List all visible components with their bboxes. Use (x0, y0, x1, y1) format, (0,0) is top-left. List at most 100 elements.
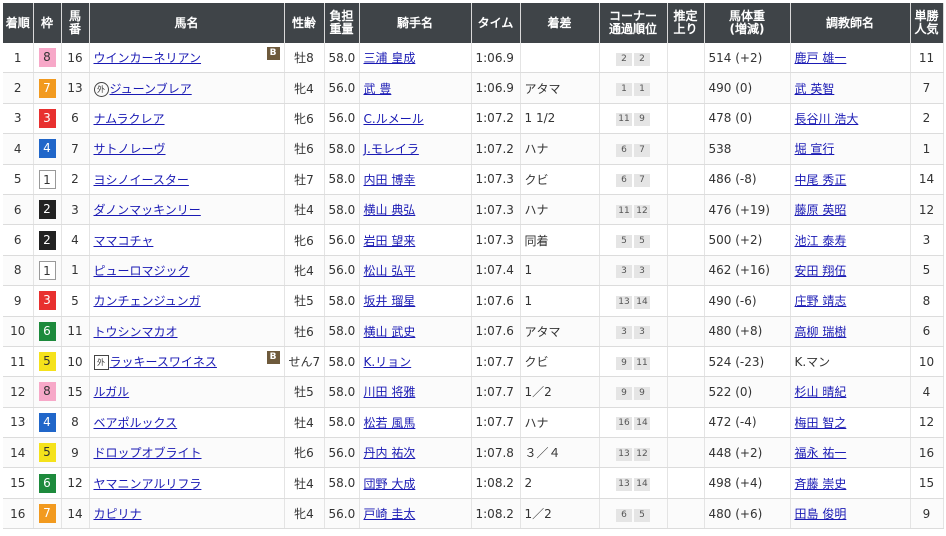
trainer-cell: 武 英智 (790, 72, 911, 104)
body-weight-cell: 490 (0) (704, 72, 791, 104)
trainer-name-link[interactable]: 池江 泰寿 (795, 234, 847, 248)
horse-name-link[interactable]: トウシンマカオ (94, 325, 178, 339)
popularity-cell: 4 (910, 376, 944, 408)
waku-cell: 6 (33, 316, 62, 347)
horse-name-link[interactable]: ラッキースワイネス (110, 355, 217, 369)
jockey-name-link[interactable]: J.モレイラ (364, 142, 419, 156)
trainer-cell: 斉藤 崇史 (790, 467, 911, 499)
race-results-table: 着順 枠 馬番 馬名 性齢 負担 重量 騎手名 タイム 着差 コーナー 通過順位 推… (3, 3, 944, 530)
umaban-cell: 10 (61, 346, 90, 378)
jockey-name-link[interactable]: 三浦 皇成 (364, 51, 416, 65)
time-cell: 1:07.6 (471, 316, 521, 347)
trainer-cell: 高柳 瑞樹 (790, 316, 911, 347)
corner-position: 5 (634, 235, 650, 249)
trainer-name-link[interactable]: 高柳 瑞樹 (795, 325, 847, 339)
horse-name-link[interactable]: ナムラクレア (94, 112, 165, 126)
jockey-name-link[interactable]: 武 豊 (364, 82, 392, 96)
jockey-name-link[interactable]: 内田 博幸 (364, 173, 416, 187)
trainer-cell: 長谷川 浩大 (790, 103, 911, 135)
jockey-name-link[interactable]: 川田 将雅 (364, 385, 416, 399)
waku-badge: 4 (38, 139, 56, 159)
trainer-name-link[interactable]: 中尾 秀正 (795, 173, 847, 187)
corner-position: 5 (634, 508, 650, 522)
waku-cell: 2 (33, 194, 62, 226)
jockey-cell: K.リョン (359, 346, 472, 378)
horse-cell: ヨシノイースター (89, 164, 285, 195)
horse-cell: ダノンマッキンリー (89, 194, 285, 226)
weight-cell: 58.0 (324, 467, 360, 499)
trainer-name-link[interactable]: 安田 翔伍 (795, 264, 847, 278)
horse-name-link[interactable]: ヨシノイースター (94, 173, 189, 187)
trainer-name-link[interactable]: 斉藤 崇史 (795, 477, 847, 491)
time-cell: 1:07.2 (471, 103, 521, 135)
jockey-name-link[interactable]: 丹内 祐次 (364, 446, 416, 460)
time-cell: 1:07.7 (471, 346, 521, 378)
blinker-icon: B (266, 47, 280, 60)
horse-name-link[interactable]: ピューロマジック (94, 264, 190, 278)
trainer-name-link[interactable]: 藤原 英昭 (795, 203, 847, 217)
horse-name-link[interactable]: カピリナ (94, 507, 142, 521)
trainer-cell: K.マン (790, 346, 911, 378)
agari-cell (667, 407, 705, 439)
body-weight-cell: 462 (+16) (704, 255, 791, 287)
horse-name-link[interactable]: カンチェンジュンガ (94, 294, 201, 308)
trainer-name-link[interactable]: 鹿戸 雄一 (795, 51, 847, 65)
table-row: 11 5 10 外ラッキースワイネス B せん7 58.0 K.リョン 1:07.7 クビ 9 11 5… (3, 346, 944, 378)
col-horse: 馬名 (89, 3, 285, 43)
margin-cell: クビ (520, 346, 600, 378)
waku-badge: 8 (38, 382, 56, 402)
horse-cell: サトノレーヴ (89, 133, 285, 165)
trainer-name-link[interactable]: 長谷川 浩大 (795, 112, 859, 126)
jockey-name-link[interactable]: 横山 武史 (364, 325, 416, 339)
jockey-name-link[interactable]: C.ルメール (364, 112, 424, 126)
jockey-name-link[interactable]: 戸崎 圭太 (364, 507, 416, 521)
jockey-name-link[interactable]: 松山 弘平 (364, 264, 416, 278)
table-row: 4 4 7 サトノレーヴ 牡6 58.0 J.モレイラ 1:07.2 ハナ 6 7 538 堀 宣行 1 (3, 133, 944, 165)
jockey-name-link[interactable]: 松若 風馬 (364, 416, 416, 430)
margin-cell: 2 (520, 467, 600, 499)
trainer-name-link[interactable]: 庄野 靖志 (795, 294, 847, 308)
corner-position: 9 (634, 386, 650, 400)
horse-name-link[interactable]: ベアポルックス (94, 416, 178, 430)
horse-name-link[interactable]: ジューンブレア (110, 82, 192, 96)
col-margin: 着差 (520, 3, 600, 43)
body-weight-cell: 514 (+2) (704, 43, 791, 74)
margin-cell (520, 43, 600, 74)
sexage-cell: 牡4 (284, 467, 325, 499)
trainer-name-link[interactable]: 堀 宣行 (795, 142, 835, 156)
jockey-name-link[interactable]: 団野 大成 (364, 477, 416, 491)
jockey-name-link[interactable]: K.リョン (364, 355, 412, 369)
rank-cell: 15 (3, 467, 34, 499)
horse-name-link[interactable]: ウインカーネリアン (94, 51, 202, 65)
agari-cell (667, 255, 705, 287)
trainer-name-link[interactable]: 梅田 智之 (795, 416, 847, 430)
corner-cell: 67 (599, 133, 668, 165)
trainer-name-link[interactable]: 田島 俊明 (795, 507, 847, 521)
body-weight-cell: 448 (+2) (704, 437, 791, 469)
time-cell: 1:07.3 (471, 164, 521, 195)
horse-name-link[interactable]: ヤマニンアルリフラ (94, 477, 202, 491)
jockey-name-link[interactable]: 坂井 瑠星 (364, 294, 416, 308)
horse-cell: 外ラッキースワイネス B (89, 346, 285, 378)
horse-name-link[interactable]: ルガル (94, 385, 130, 399)
waku-cell: 7 (33, 72, 62, 104)
body-weight-cell: 476 (+19) (704, 194, 791, 226)
corner-position: 13 (616, 447, 632, 461)
time-cell: 1:06.9 (471, 43, 521, 74)
margin-cell: 1 1/2 (520, 103, 600, 135)
horse-name-link[interactable]: ドロップオブライト (94, 446, 202, 460)
corner-position: 13 (616, 478, 632, 492)
jockey-name-link[interactable]: 横山 典弘 (364, 203, 416, 217)
trainer-name-link[interactable]: 福永 祐一 (795, 446, 847, 460)
corner-position: 1 (616, 83, 632, 97)
horse-name-link[interactable]: ママコチャ (94, 234, 154, 248)
body-weight-cell: 472 (-4) (704, 407, 791, 439)
horse-name-link[interactable]: サトノレーヴ (94, 142, 166, 156)
horse-name-link[interactable]: ダノンマッキンリー (94, 203, 201, 217)
jockey-name-link[interactable]: 岩田 望来 (364, 234, 416, 248)
trainer-name-link[interactable]: 杉山 晴紀 (795, 385, 847, 399)
waku-badge: 3 (38, 108, 56, 128)
trainer-name-link[interactable]: 武 英智 (795, 82, 835, 96)
corner-cell: 33 (599, 255, 668, 287)
corner-position: 5 (616, 235, 632, 249)
